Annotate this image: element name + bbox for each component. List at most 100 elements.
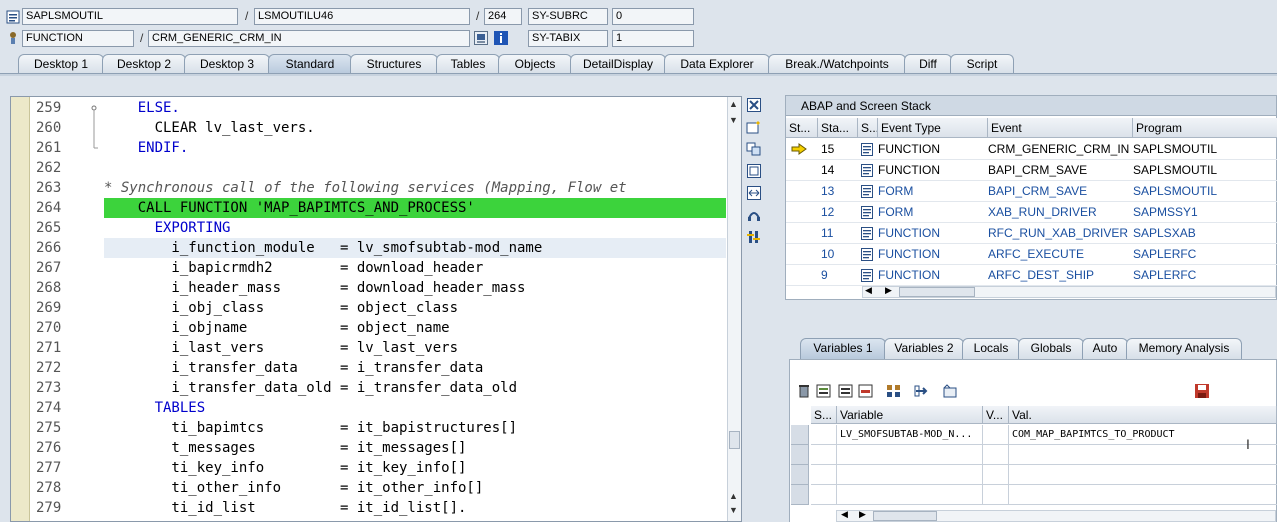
code-line[interactable]: 260 CLEAR lv_last_vers. [11, 118, 727, 138]
tab-desktop-3[interactable]: Desktop 3 [184, 54, 270, 74]
stack-row[interactable]: 13 FORM BAPI_CRM_SAVE SAPLSMOUTIL [786, 181, 1277, 202]
column-header-event-type[interactable]: Event Type [878, 118, 988, 138]
variables-tab-variables-1[interactable]: Variables 1 [800, 338, 886, 359]
code-line[interactable]: 266 i_function_module = lv_smofsubtab-mo… [11, 238, 727, 258]
source-code-editor[interactable]: 259 ELSE. 260 CLEAR lv_last_vers. 261 ENDI… [10, 96, 742, 522]
resize-icon[interactable] [744, 184, 764, 202]
tab-objects[interactable]: Objects [498, 54, 572, 74]
code-line[interactable]: 267 i_bapicrmdh2 = download_header [11, 258, 727, 278]
column-header-variable[interactable]: Variable [837, 406, 983, 424]
services-icon[interactable] [744, 206, 764, 224]
scroll-thumb[interactable] [729, 431, 740, 449]
stack-row[interactable]: 15 FUNCTION CRM_GENERIC_CRM_IN SAPLSMOUTIL [786, 139, 1277, 160]
variables-tab-auto[interactable]: Auto [1082, 338, 1128, 359]
variable-row[interactable]: LV_SMOFSUBTAB-MOD_N... COM_MAP_BAPIMTCS_T… [791, 425, 1277, 445]
folder-icon[interactable] [942, 383, 958, 399]
stack-row[interactable]: 10 FUNCTION ARFC_EXECUTE SAPLERFC [786, 244, 1277, 265]
code-line[interactable]: 276 t_messages = it_messages[] [11, 438, 727, 458]
code-line[interactable]: 259 ELSE. [11, 98, 727, 118]
scroll-right-icon[interactable]: ▶ [885, 285, 892, 296]
variables-horizontal-scrollbar[interactable]: ◀ ▶ [836, 509, 1276, 522]
tab-detail-display[interactable]: DetailDisplay [570, 54, 666, 74]
fold-marker-icon[interactable] [89, 98, 99, 118]
close-icon[interactable] [744, 96, 764, 114]
scroll-up-icon[interactable]: ▲ [729, 491, 738, 501]
tab-script[interactable]: Script [950, 54, 1014, 74]
code-line[interactable]: 271 i_last_vers = lv_last_vers [11, 338, 727, 358]
stack-horizontal-scrollbar[interactable]: ◀ ▶ [862, 285, 1276, 298]
variable-row[interactable] [791, 445, 1277, 465]
display-source-icon[interactable] [474, 31, 488, 45]
program-field[interactable]: SAPLSMOUTIL [22, 8, 238, 25]
row-selector[interactable] [791, 425, 809, 445]
variable-value-cell[interactable] [1009, 445, 1277, 465]
stack-row[interactable]: 11 FUNCTION RFC_RUN_XAB_DRIVER SAPLSXAB [786, 223, 1277, 244]
column-header-v[interactable]: V... [983, 406, 1009, 424]
variable-name-cell[interactable] [837, 445, 983, 465]
insert-row-icon[interactable] [816, 383, 832, 399]
swap-tool-icon[interactable] [744, 140, 764, 158]
sy-subrc-value[interactable]: 0 [612, 8, 694, 25]
variable-value-cell[interactable]: COM_MAP_BAPIMTCS_TO_PRODUCT [1009, 425, 1277, 445]
code-line[interactable]: 278 ti_other_info = it_other_info[] [11, 478, 727, 498]
variable-row[interactable] [791, 485, 1277, 505]
scroll-left-icon[interactable]: ◀ [865, 285, 872, 296]
code-line[interactable]: 273 i_transfer_data_old = i_transfer_dat… [11, 378, 727, 398]
tab-desktop-1[interactable]: Desktop 1 [18, 54, 104, 74]
code-line[interactable]: 275 ti_bapimtcs = it_bapistructures[] [11, 418, 727, 438]
settings-icon[interactable] [744, 228, 764, 246]
event-type-field[interactable]: FUNCTION [22, 30, 134, 47]
new-tool-icon[interactable] [744, 118, 764, 136]
editor-vertical-scrollbar[interactable]: ▲ ▼ ▲ ▼ [727, 97, 741, 521]
variable-value-cell[interactable] [1009, 465, 1277, 485]
variable-name-cell[interactable] [837, 465, 983, 485]
code-line[interactable]: 279 ti_id_list = it_id_list[]. [11, 498, 727, 518]
column-header-value[interactable]: Val. [1009, 406, 1277, 424]
code-line[interactable]: 263 * Synchronous call of the following s… [11, 178, 727, 198]
variable-row[interactable] [791, 465, 1277, 485]
code-line[interactable]: 274 TABLES [11, 398, 727, 418]
column-header-s[interactable]: S... [858, 118, 878, 138]
variable-name-cell[interactable]: LV_SMOFSUBTAB-MOD_N... [837, 425, 983, 445]
maximize-icon[interactable] [744, 162, 764, 180]
variables-tab-locals[interactable]: Locals [962, 338, 1020, 359]
include-field[interactable]: LSMOUTILU46 [254, 8, 470, 25]
sy-tabix-value[interactable]: 1 [612, 30, 694, 47]
transfer-icon[interactable] [886, 383, 902, 399]
stack-row[interactable]: 14 FUNCTION BAPI_CRM_SAVE SAPLSMOUTIL [786, 160, 1277, 181]
row-selector[interactable] [791, 465, 809, 485]
column-header-s[interactable]: S... [811, 406, 837, 424]
code-line[interactable]: 270 i_objname = object_name [11, 318, 727, 338]
event-field[interactable]: CRM_GENERIC_CRM_IN [148, 30, 470, 47]
info-icon[interactable] [494, 31, 508, 45]
tab-tables[interactable]: Tables [436, 54, 500, 74]
scroll-up-icon[interactable]: ▲ [729, 99, 738, 109]
variable-value-cell[interactable] [1009, 485, 1277, 505]
tab-desktop-2[interactable]: Desktop 2 [102, 54, 186, 74]
code-line[interactable]: 264 CALL FUNCTION 'MAP_BAPIMTCS_AND_PROC… [11, 198, 727, 218]
navigate-icon[interactable] [914, 383, 930, 399]
row-selector[interactable] [791, 445, 809, 465]
code-line[interactable]: 269 i_obj_class = object_class [11, 298, 727, 318]
tab-data-explorer[interactable]: Data Explorer [664, 54, 770, 74]
scroll-down-icon[interactable]: ▼ [729, 505, 738, 515]
tab-break-watchpoints[interactable]: Break./Watchpoints [768, 54, 906, 74]
code-line[interactable]: 265 EXPORTING [11, 218, 727, 238]
code-line[interactable]: 272 i_transfer_data = i_transfer_data [11, 358, 727, 378]
scroll-right-icon[interactable]: ▶ [859, 509, 866, 520]
code-line[interactable]: 268 i_header_mass = download_header_mass [11, 278, 727, 298]
delete-row-icon[interactable] [858, 383, 874, 399]
append-row-icon[interactable] [838, 383, 854, 399]
variable-name-cell[interactable] [837, 485, 983, 505]
sy-subrc-label[interactable]: SY-SUBRC [528, 8, 608, 25]
code-line[interactable]: 277 ti_key_info = it_key_info[] [11, 458, 727, 478]
scroll-left-icon[interactable]: ◀ [841, 509, 848, 520]
stack-row[interactable]: 9 FUNCTION ARFC_DEST_SHIP SAPLERFC [786, 265, 1277, 286]
save-icon[interactable] [1194, 383, 1210, 399]
scroll-down-icon[interactable]: ▼ [729, 115, 738, 125]
tab-structures[interactable]: Structures [350, 54, 438, 74]
tab-diff[interactable]: Diff [904, 54, 952, 74]
sy-tabix-label[interactable]: SY-TABIX [528, 30, 608, 47]
scroll-thumb[interactable] [873, 511, 937, 521]
column-header-event[interactable]: Event [988, 118, 1133, 138]
